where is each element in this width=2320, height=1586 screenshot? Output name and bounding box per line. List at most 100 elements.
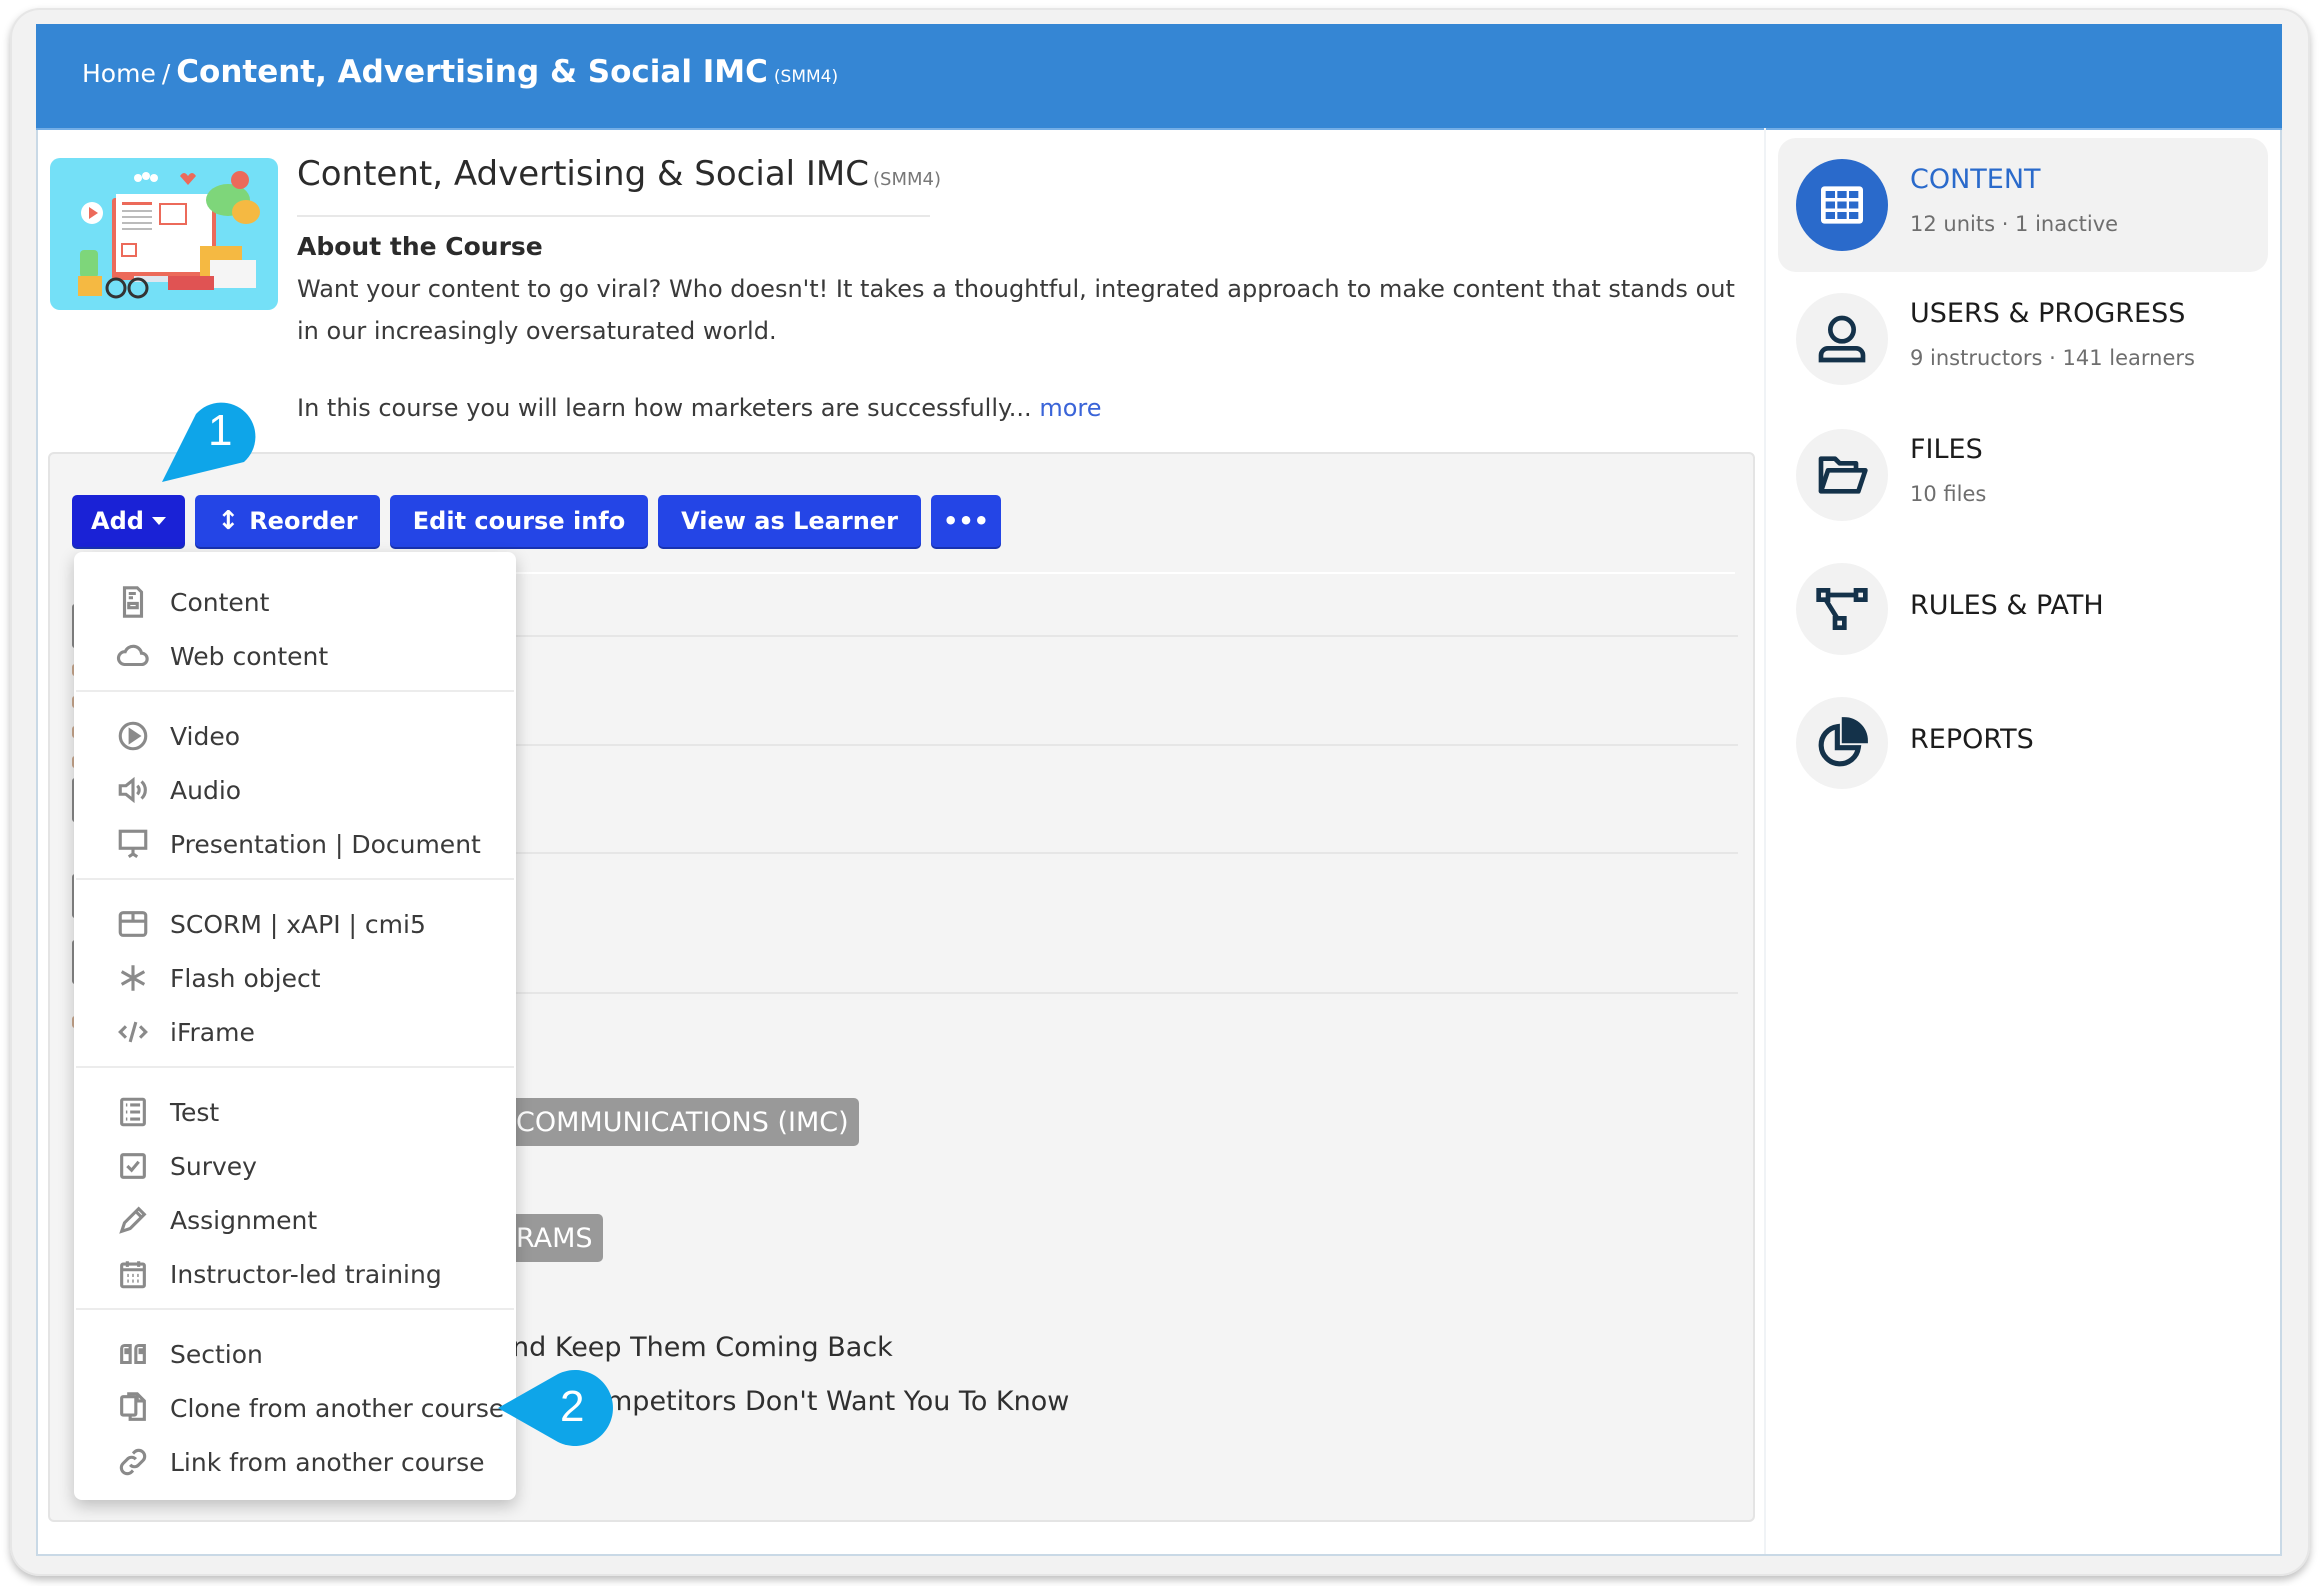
breadcrumb-course-code: (SMM4) [773, 67, 839, 87]
menu-item-label: iFrame [170, 1017, 255, 1047]
vertical-arrows-icon: ↕ [217, 506, 240, 536]
document-icon [114, 583, 152, 621]
menu-item-video[interactable]: Video [114, 714, 240, 758]
caret-down-icon [151, 517, 166, 525]
code-icon [114, 1013, 152, 1051]
checklist-icon [114, 1093, 152, 1131]
menu-item-presentation[interactable]: Presentation | Document [114, 822, 481, 866]
breadcrumb: Home / Content, Advertising & Social IMC (S… [82, 54, 838, 90]
reorder-button-label: Reorder [249, 507, 358, 535]
menu-item-label: Flash object [170, 963, 321, 993]
sidebar-item-content[interactable]: CONTENT 12 units · 1 inactive [1778, 138, 2268, 272]
view-as-learner-button[interactable]: View as Learner [658, 495, 921, 547]
clone-icon [114, 1389, 152, 1427]
callout-number: 2 [560, 1382, 585, 1431]
add-dropdown-menu: Content Web content Video Audio Presenta… [74, 552, 516, 1500]
section-badge[interactable]: COMMUNICATIONS (IMC) [480, 1098, 859, 1146]
about-heading: About the Course [297, 232, 543, 261]
reorder-button[interactable]: ↕ Reorder [195, 495, 380, 547]
cloud-icon [114, 637, 152, 675]
edit-course-info-button[interactable]: Edit course info [390, 495, 648, 547]
pie-chart-icon [1796, 697, 1888, 789]
menu-item-label: Section [170, 1339, 263, 1369]
menu-item-link-from-another-course[interactable]: Link from another course [114, 1440, 485, 1484]
menu-item-label: Content [170, 587, 270, 617]
unit-title[interactable]: nd Keep Them Coming Back [512, 1332, 893, 1363]
menu-item-instructor-led-training[interactable]: Instructor-led training [114, 1252, 442, 1296]
sidebar-item-files[interactable]: FILES 10 files [1778, 408, 2268, 542]
section-badge-text: COMMUNICATIONS (IMC) [516, 1106, 849, 1138]
page-header: Home / Content, Advertising & Social IMC (S… [36, 24, 2282, 130]
course-title-text: Content, Advertising & Social IMC [297, 154, 870, 194]
menu-divider [76, 878, 514, 880]
quote-icon [114, 1335, 152, 1373]
sidebar-item-rules-path[interactable]: RULES & PATH [1778, 542, 2268, 676]
sidebar-item-label: USERS & PROGRESS [1910, 298, 2186, 329]
sidebar-item-users-progress[interactable]: USERS & PROGRESS 9 instructors · 141 lea… [1778, 272, 2268, 406]
sidebar-item-summary: 9 instructors · 141 learners [1910, 346, 2195, 370]
callout-marker-2: 2 [498, 1368, 618, 1448]
menu-item-content[interactable]: Content [114, 580, 269, 624]
menu-divider [76, 690, 514, 692]
presentation-icon [114, 825, 152, 863]
menu-item-label: Link from another course [170, 1447, 485, 1477]
breadcrumb-current: Content, Advertising & Social IMC [176, 54, 768, 90]
title-divider [297, 215, 930, 217]
callout-marker-1: 1 [156, 394, 266, 494]
course-code: (SMM4) [873, 169, 941, 190]
menu-item-audio[interactable]: Audio [114, 768, 241, 812]
menu-divider [76, 1066, 514, 1068]
link-icon [114, 1443, 152, 1481]
menu-item-clone-from-another-course[interactable]: Clone from another course [114, 1386, 504, 1430]
menu-item-label: SCORM | xAPI | cmi5 [170, 909, 426, 939]
section-badge-text: RAMS [516, 1222, 593, 1254]
menu-item-label: Assignment [170, 1205, 318, 1235]
flow-icon [1796, 563, 1888, 655]
menu-item-scorm[interactable]: SCORM | xAPI | cmi5 [114, 902, 426, 946]
breadcrumb-separator: / [161, 59, 171, 88]
breadcrumb-home-link[interactable]: Home [82, 59, 156, 88]
sidebar-item-label: FILES [1910, 434, 1983, 465]
menu-item-section[interactable]: Section [114, 1332, 263, 1376]
callout-number: 1 [208, 406, 233, 455]
folder-open-icon [1796, 429, 1888, 521]
menu-item-flash[interactable]: Flash object [114, 956, 321, 1000]
grid-icon [1796, 159, 1888, 251]
sidebar-item-summary: 12 units · 1 inactive [1910, 212, 2119, 236]
sidebar-item-summary: 10 files [1910, 482, 1987, 506]
menu-item-web-content[interactable]: Web content [114, 634, 328, 678]
sidebar-item-label: REPORTS [1910, 724, 2034, 755]
menu-divider [76, 1308, 514, 1310]
checkbox-icon [114, 1147, 152, 1185]
menu-item-label: Audio [170, 775, 242, 805]
menu-item-label: Web content [170, 641, 329, 671]
toolbar-divider [500, 572, 1735, 574]
add-button[interactable]: Add [72, 495, 185, 547]
menu-item-label: Video [170, 721, 241, 751]
asterisk-icon [114, 959, 152, 997]
unit-title[interactable]: mpetitors Don't Want You To Know [606, 1386, 1069, 1417]
menu-item-label: Presentation | Document [170, 829, 481, 859]
menu-item-test[interactable]: Test [114, 1090, 219, 1134]
course-description-continued: In this course you will learn how market… [297, 394, 1102, 422]
course-title: Content, Advertising & Social IMC (SMM4) [297, 154, 941, 194]
sidebar-item-reports[interactable]: REPORTS [1778, 676, 2268, 810]
course-description-excerpt: In this course you will learn how market… [297, 394, 1032, 422]
sidebar-divider [1764, 128, 1766, 1554]
menu-item-iframe[interactable]: iFrame [114, 1010, 255, 1054]
menu-item-label: Instructor-led training [170, 1259, 442, 1289]
more-link[interactable]: more [1039, 394, 1101, 422]
sidebar-item-label: RULES & PATH [1910, 590, 2104, 621]
menu-item-survey[interactable]: Survey [114, 1144, 257, 1188]
menu-item-assignment[interactable]: Assignment [114, 1198, 317, 1242]
menu-item-label: Test [170, 1097, 220, 1127]
calendar-icon [114, 1255, 152, 1293]
more-options-button[interactable]: ••• [931, 495, 1001, 547]
menu-item-label: Clone from another course [170, 1393, 505, 1423]
add-button-label: Add [91, 507, 144, 535]
course-description: Want your content to go viral? Who doesn… [297, 275, 1735, 345]
speaker-icon [114, 771, 152, 809]
package-icon [114, 905, 152, 943]
play-circle-icon [114, 717, 152, 755]
sidebar-item-label: CONTENT [1910, 164, 2041, 195]
